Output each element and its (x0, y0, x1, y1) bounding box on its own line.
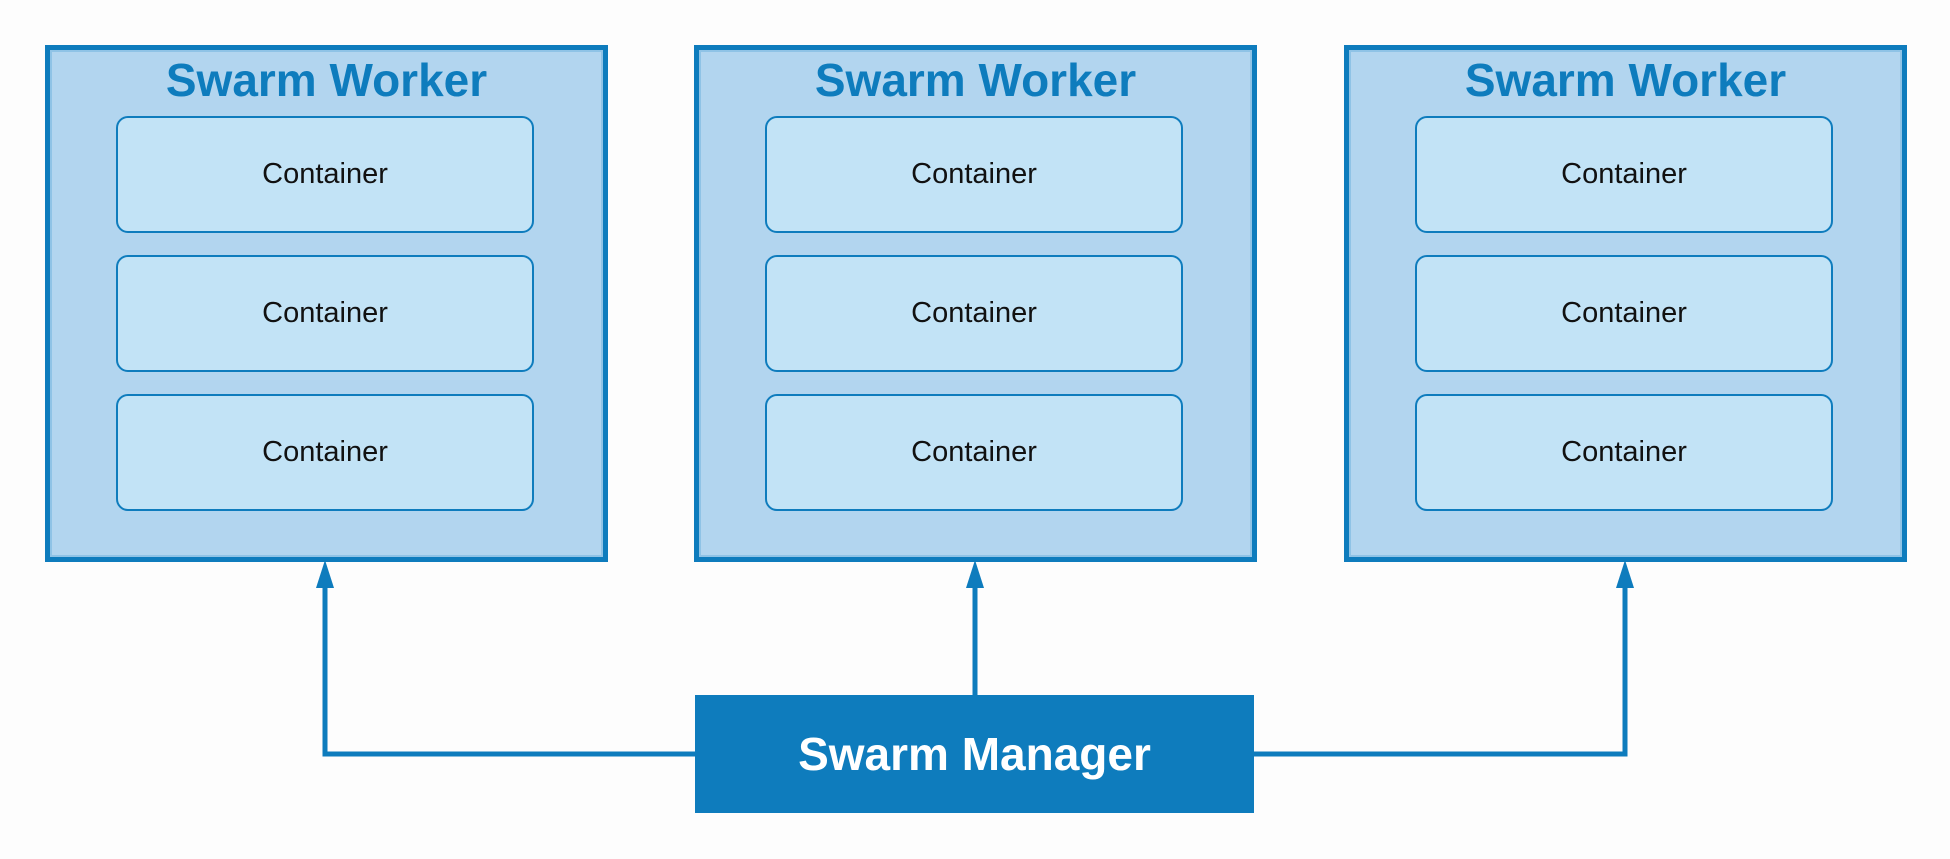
worker-title: Swarm Worker (1464, 54, 1787, 106)
container-box: Container (116, 116, 534, 233)
container-box: Container (765, 394, 1183, 511)
container-box: Container (1415, 394, 1833, 511)
container-box: Container (116, 394, 534, 511)
worker-title: Swarm Worker (165, 54, 488, 106)
arrow-head-right (1616, 560, 1634, 588)
container-box: Container (1415, 255, 1833, 372)
container-box: Container (765, 116, 1183, 233)
container-box: Container (765, 255, 1183, 372)
worker-title: Swarm Worker (814, 54, 1137, 106)
swarm-worker-3: Swarm Worker Container Container Contain… (1344, 45, 1907, 562)
arrow-head-middle (966, 560, 984, 588)
swarm-manager: Swarm Manager (695, 695, 1254, 813)
connector-line-left (322, 576, 695, 757)
swarm-worker-2: Swarm Worker Container Container Contain… (694, 45, 1257, 562)
connector-line-right (1254, 576, 1628, 757)
container-box: Container (1415, 116, 1833, 233)
container-box: Container (116, 255, 534, 372)
arrow-head-left (316, 560, 334, 588)
swarm-worker-1: Swarm Worker Container Container Contain… (45, 45, 608, 562)
